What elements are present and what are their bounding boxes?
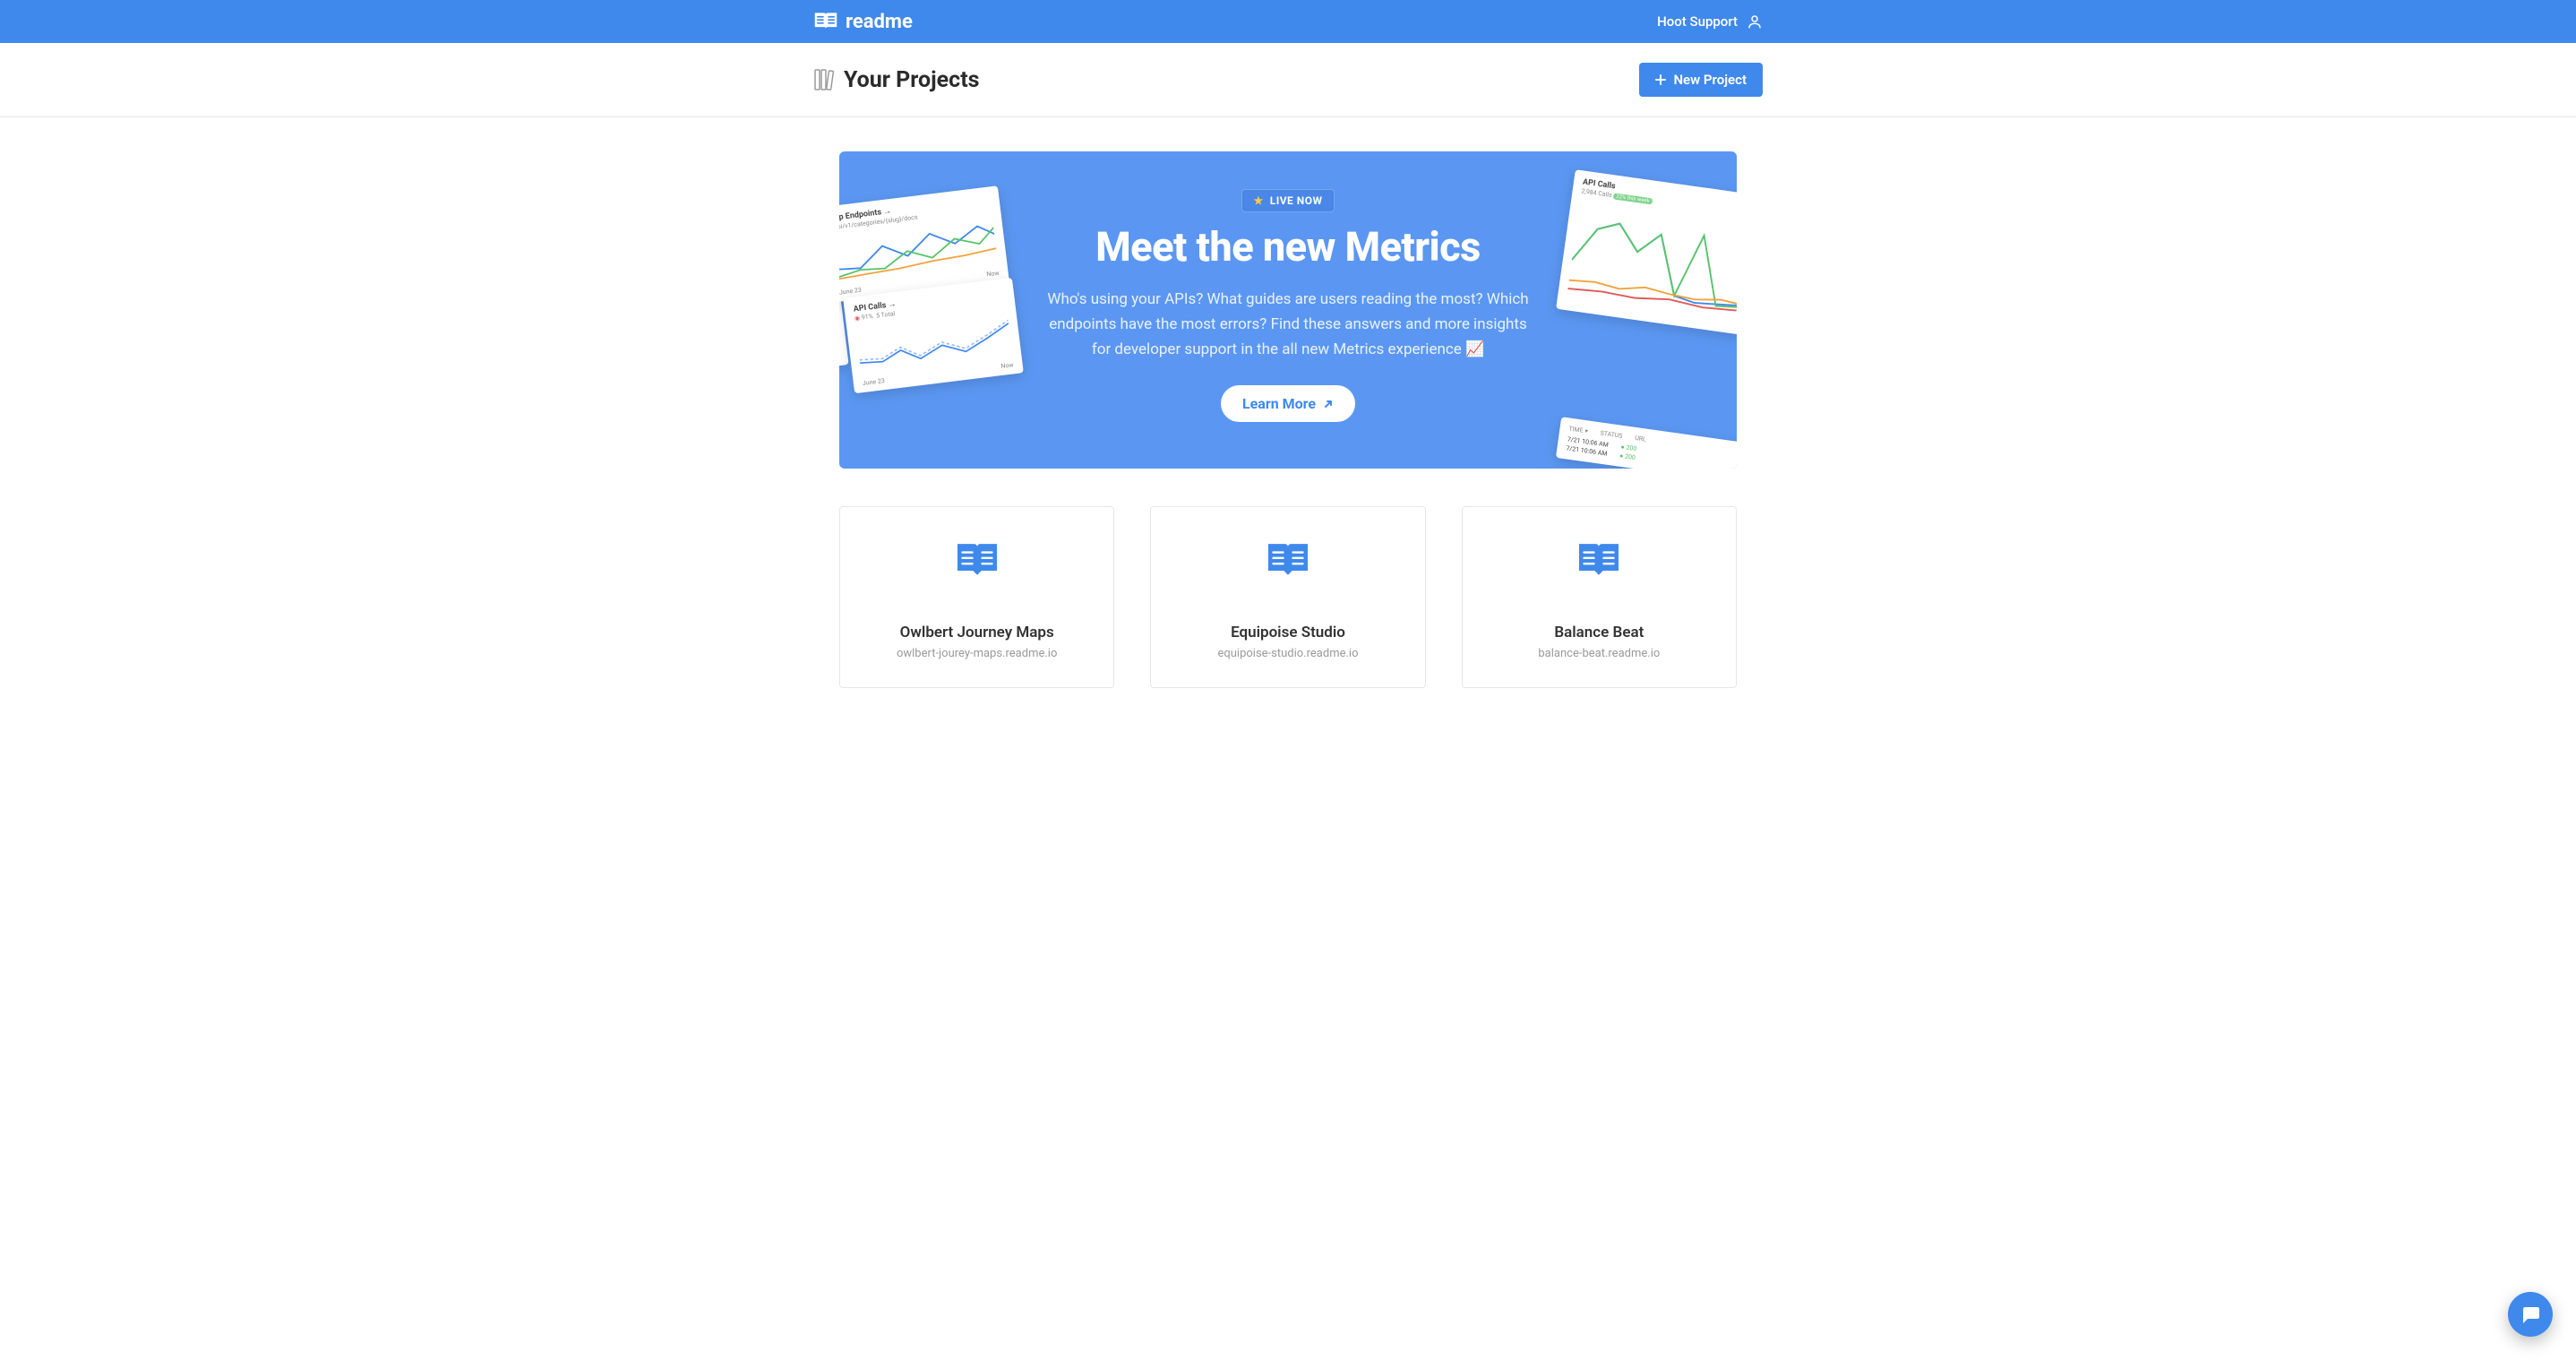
readme-book-icon — [813, 9, 838, 34]
live-now-label: LIVE NOW — [1270, 194, 1323, 207]
user-label: Hoot Support — [1657, 13, 1738, 30]
projects-icon — [813, 68, 835, 91]
project-card[interactable]: Owlbert Journey Maps owlbert-jourey-maps… — [839, 506, 1114, 688]
project-subdomain: owlbert-jourey-maps.readme.io — [849, 647, 1104, 660]
project-name: Equipoise Studio — [1160, 624, 1415, 641]
learn-more-label: Learn More — [1242, 395, 1316, 412]
project-subdomain: equipoise-studio.readme.io — [1160, 647, 1415, 660]
hero-body: Who's using your APIs? What guides are u… — [1046, 287, 1530, 362]
hero-decor-card: TIME ▾STATUSURL 7/21 10:06 AM● 200 7/21 … — [1556, 417, 1737, 469]
live-now-pill: ★ LIVE NOW — [1241, 189, 1334, 212]
user-icon — [1747, 13, 1763, 30]
star-icon: ★ — [1253, 194, 1263, 207]
external-link-icon — [1323, 399, 1334, 409]
page-title: Your Projects — [813, 67, 980, 93]
hero-decor-card: API Calls 2,984 Calls 22% this week — [1556, 169, 1737, 335]
page-header: Your Projects New Project — [0, 43, 2576, 117]
user-menu[interactable]: Hoot Support — [1657, 13, 1763, 30]
chat-fab[interactable] — [2508, 1292, 2553, 1337]
readme-book-icon — [1264, 541, 1312, 581]
hero-decor-card: API Calls → ◉ 91% 5 Total June 23Now — [843, 278, 1024, 393]
projects-grid: Owlbert Journey Maps owlbert-jourey-maps… — [839, 506, 1737, 688]
plus-icon — [1655, 74, 1666, 85]
topbar: readme Hoot Support — [0, 0, 2576, 43]
readme-book-icon — [1575, 541, 1623, 581]
project-name: Balance Beat — [1472, 624, 1727, 641]
chat-icon — [2520, 1304, 2541, 1325]
learn-more-button[interactable]: Learn More — [1221, 385, 1355, 422]
project-card[interactable]: Balance Beat balance-beat.readme.io — [1462, 506, 1737, 688]
page-title-text: Your Projects — [844, 67, 980, 93]
new-project-label: New Project — [1673, 72, 1747, 88]
project-name: Owlbert Journey Maps — [849, 624, 1104, 641]
new-project-button[interactable]: New Project — [1639, 63, 1763, 97]
brand-text: readme — [846, 11, 913, 33]
brand-logo[interactable]: readme — [813, 9, 913, 34]
project-card[interactable]: Equipoise Studio equipoise-studio.readme… — [1150, 506, 1425, 688]
project-subdomain: balance-beat.readme.io — [1472, 647, 1727, 660]
readme-book-icon — [953, 541, 1001, 581]
metrics-hero-banner: Top Endpoints → /api/v1/categories/{slug… — [839, 151, 1737, 469]
